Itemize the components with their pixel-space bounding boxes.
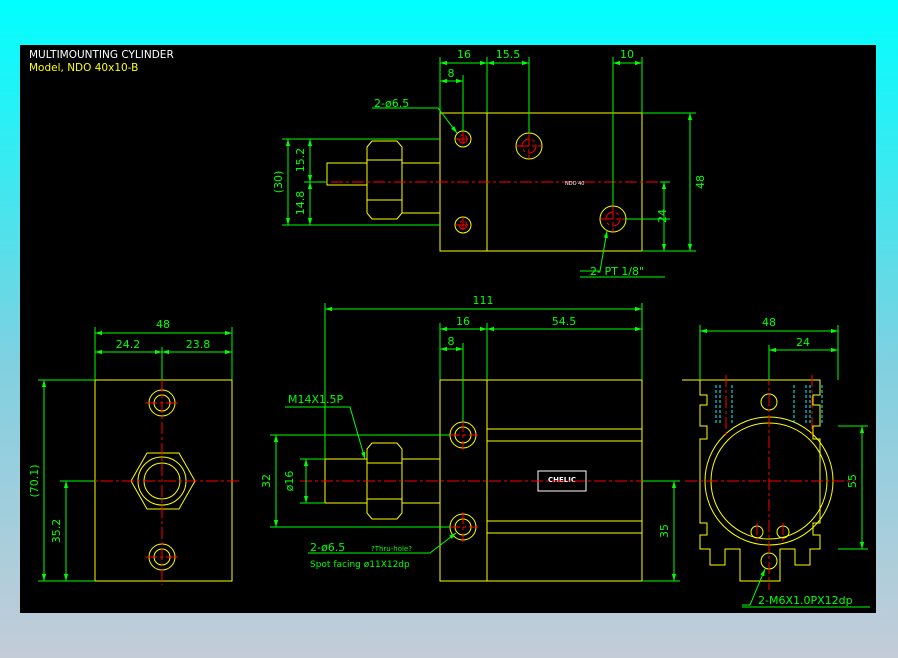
top-dim-30: (30) [272,171,285,194]
left-view: 48 24.2 23.8 (70.1) 35.2 [28,318,242,585]
front-dim-35: 35 [658,524,671,538]
front-dim-54-5: 54.5 [552,315,577,328]
top-dim-15-5: 15.5 [496,48,521,61]
top-port-label: 2- PT 1/8" [590,265,644,278]
right-tap-label: 2-M6X1.0PX12dp [758,594,853,607]
top-dim-10: 10 [620,48,634,61]
left-dim-48: 48 [156,318,170,331]
top-view: 16 15.5 10 8 2-ø6.5 48 24 (30) 15.2 14.8… [272,48,707,278]
front-spot-facing: Spot facing ø11X12dp [310,560,410,570]
top-dim-48: 48 [694,175,707,189]
cad-drawing: 16 15.5 10 8 2-ø6.5 48 24 (30) 15.2 14.8… [28,48,870,608]
drawing-sheet: MULTIMOUNTING CYLINDER Model, NDO 40x10-… [20,45,876,613]
right-view: 48 24 55 2-M6X1.0PX12dp [682,316,870,608]
front-dim-32: 32 [260,474,273,488]
front-hole-label: 2-ø6.5 [310,541,345,554]
top-view-nut [366,140,403,220]
left-dim-70-1: (70.1) [28,464,41,497]
top-dim-24: 24 [656,209,669,223]
right-dim-55: 55 [846,474,859,488]
top-view-rod [401,162,441,214]
top-hole-label: 2-ø6.5 [374,97,409,110]
right-dim-24: 24 [796,336,810,349]
front-dim-111: 111 [473,294,494,307]
right-dim-48: 48 [762,316,776,329]
front-thread-label: M14X1.5P [288,393,344,406]
top-dim-15-2: 15.2 [294,148,307,173]
front-view: CHELIC 111 16 54.5 8 M14X1.5P 32 ø16 35 … [260,294,680,582]
top-dim-16: 16 [457,48,471,61]
top-dim-8: 8 [448,67,455,80]
left-dim-35-2: 35.2 [50,519,63,544]
top-body-mark: NDO 40 [565,181,584,187]
front-hole-note: ?Thru-hole? [371,545,412,553]
front-dim-8: 8 [448,335,455,348]
left-dim-24-2: 24.2 [116,338,141,351]
left-dim-23-8: 23.8 [186,338,211,351]
front-view-logo: CHELIC [548,476,576,484]
front-dim-phi16: ø16 [283,471,296,492]
front-dim-16: 16 [456,315,470,328]
top-dim-14-8: 14.8 [294,191,307,216]
